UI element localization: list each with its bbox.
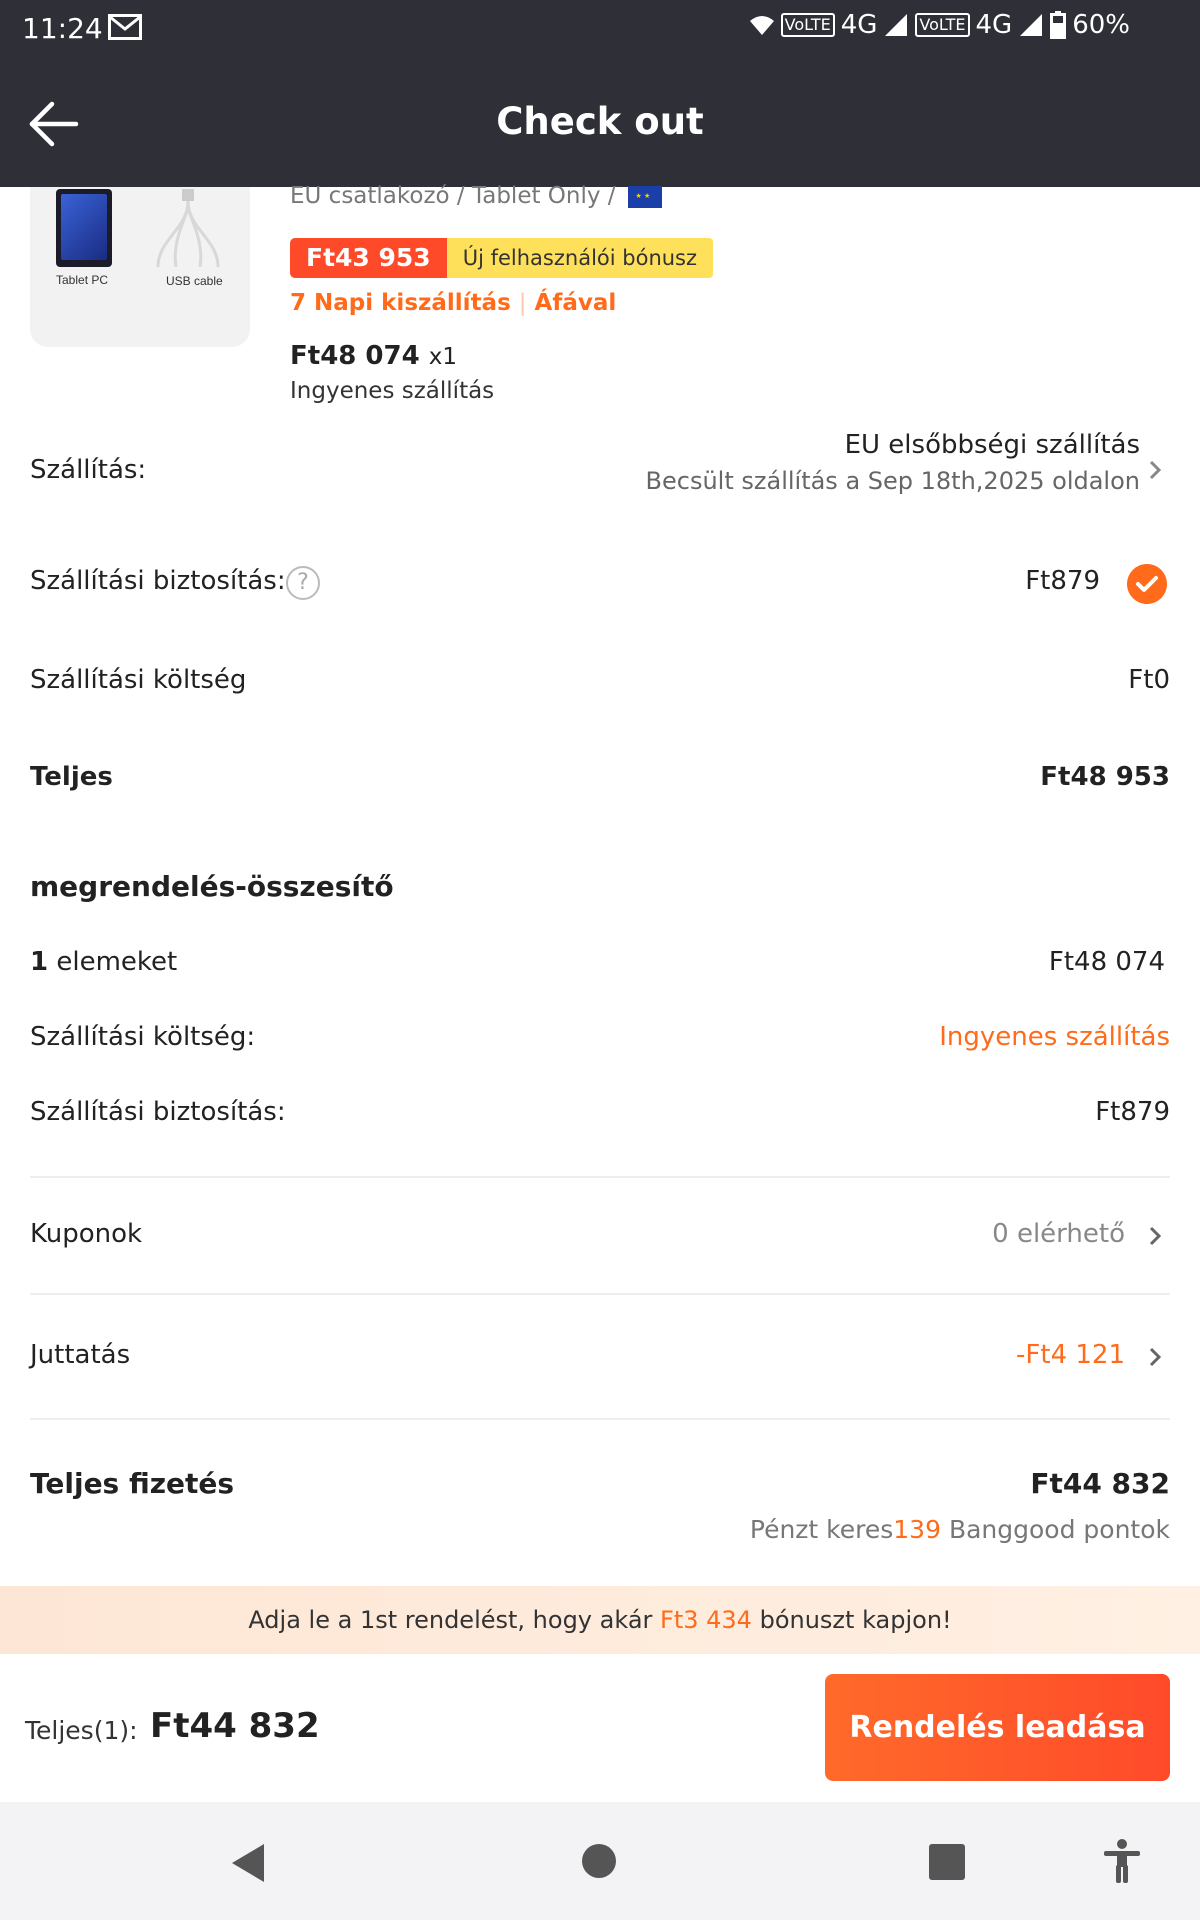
payment-value: Ft44 832 xyxy=(1030,1467,1170,1500)
eu-flag-icon xyxy=(627,185,662,208)
system-nav-bar xyxy=(0,1802,1200,1920)
benefit-value: -Ft4 121 xyxy=(1016,1340,1125,1370)
quantity: x1 xyxy=(428,344,458,370)
summary-title: megrendelés-összesítő xyxy=(30,870,394,903)
shipping-method: EU elsőbbségi szállítás xyxy=(844,430,1140,460)
image-label: USB cable xyxy=(166,274,223,288)
signal-icon xyxy=(885,14,908,36)
product-variant: EU csatlakozó / Tablet Only / xyxy=(290,183,662,209)
signal-icon xyxy=(1020,14,1043,36)
unit-price-value: Ft48 074 xyxy=(290,341,420,371)
battery-percent: 60% xyxy=(1072,10,1130,40)
network-type-label: 4G xyxy=(840,10,878,40)
price-row: Ft43 953 Új felhasználói bónusz xyxy=(290,238,714,278)
variant-text: EU csatlakozó / Tablet Only / xyxy=(290,183,616,209)
banner-suffix: bónuszt kapjon! xyxy=(751,1606,952,1634)
volte-badge: VoLTE xyxy=(915,13,970,37)
banner-amount: Ft3 434 xyxy=(660,1606,752,1634)
new-user-bonus-tag: Új felhasználói bónusz xyxy=(446,238,714,278)
status-time: 11:24 xyxy=(22,12,103,45)
total-value: Ft48 953 xyxy=(1040,762,1170,792)
volte-badge: VoLTE xyxy=(780,13,835,37)
shipping-label: Szállítás: xyxy=(30,455,147,485)
divider xyxy=(30,1418,1170,1420)
battery-icon xyxy=(1050,11,1067,39)
first-order-banner: Adja le a 1st rendelést, hogy akár Ft3 4… xyxy=(0,1586,1200,1654)
shipping-cost-value: Ft0 xyxy=(1128,665,1170,695)
items-value: Ft48 074 xyxy=(1048,947,1165,977)
checkout-bottom-bar: Teljes(1): Ft44 832 Rendelés leadása xyxy=(0,1654,1200,1802)
summary-shipping-value: Ingyenes szállítás xyxy=(939,1022,1170,1052)
shipping-cost-label: Szállítási költség xyxy=(30,665,247,695)
question-circle-icon[interactable]: ? xyxy=(286,566,320,600)
usb-cable-image xyxy=(156,189,220,268)
status-icons: VoLTE 4G VoLTE 4G 60% xyxy=(749,10,1130,40)
points-suffix: Banggood pontok xyxy=(941,1515,1170,1544)
shipping-tags: 7 Napi kiszállítás | Áfával xyxy=(290,290,617,316)
unit-price: Ft48 074 x1 xyxy=(290,341,457,371)
nav-recents-icon[interactable] xyxy=(929,1844,965,1880)
nav-back-icon[interactable] xyxy=(228,1842,268,1884)
checkmark-icon[interactable] xyxy=(1127,564,1167,604)
divider xyxy=(30,1293,1170,1295)
points-info: Pénzt keres139 Banggood pontok xyxy=(750,1515,1170,1544)
chevron-right-icon xyxy=(1149,1226,1162,1246)
coupons-label: Kuponok xyxy=(30,1219,143,1249)
insurance-value: Ft879 xyxy=(1025,566,1100,596)
free-shipping-note: Ingyenes szállítás xyxy=(290,378,495,404)
vat-tag: Áfával xyxy=(534,290,617,316)
total-label: Teljes xyxy=(30,762,113,792)
chevron-right-icon xyxy=(1149,460,1162,480)
items-count: 1 xyxy=(30,947,49,977)
accessibility-icon[interactable] xyxy=(1100,1838,1144,1884)
points-value: 139 xyxy=(893,1515,941,1544)
app-bar: Check out xyxy=(0,62,1200,187)
chevron-right-icon xyxy=(1149,1347,1162,1367)
wifi-icon xyxy=(749,16,774,35)
insurance-label: Szállítási biztosítás: xyxy=(30,566,286,596)
image-label: Tablet PC xyxy=(56,273,109,287)
payment-label: Teljes fizetés xyxy=(30,1467,235,1500)
product-image[interactable]: Tablet PC USB cable xyxy=(30,187,250,347)
points-prefix: Pénzt keres xyxy=(749,1515,894,1544)
sale-price: Ft43 953 xyxy=(290,238,447,278)
gmail-icon xyxy=(108,14,142,40)
nav-home-icon[interactable] xyxy=(582,1844,616,1878)
divider xyxy=(30,1176,1170,1178)
bottom-total-label: Teljes(1): xyxy=(25,1716,138,1745)
bottom-total-value: Ft44 832 xyxy=(150,1706,320,1746)
summary-insurance-label: Szállítási biztosítás: xyxy=(30,1097,286,1127)
place-order-button[interactable]: Rendelés leadása xyxy=(825,1674,1170,1781)
benefit-label: Juttatás xyxy=(30,1340,131,1370)
banner-prefix: Adja le a 1st rendelést, hogy akár xyxy=(248,1606,661,1634)
items-count-row: 1 elemeket xyxy=(30,947,177,977)
shipping-estimate: Becsült szállítás a Sep 18th,2025 oldalo… xyxy=(645,467,1140,495)
page-title: Check out xyxy=(496,100,704,143)
items-label: elemeket xyxy=(56,947,178,977)
delivery-tag: 7 Napi kiszállítás xyxy=(290,290,511,316)
summary-insurance-value: Ft879 xyxy=(1095,1097,1170,1127)
status-bar: 11:24 VoLTE 4G VoLTE 4G 60% xyxy=(0,0,1200,62)
tablet-image xyxy=(56,189,112,267)
network-type-label: 4G xyxy=(975,10,1013,40)
summary-shipping-label: Szállítási költség: xyxy=(30,1022,256,1052)
coupons-value: 0 elérhető xyxy=(992,1219,1125,1249)
